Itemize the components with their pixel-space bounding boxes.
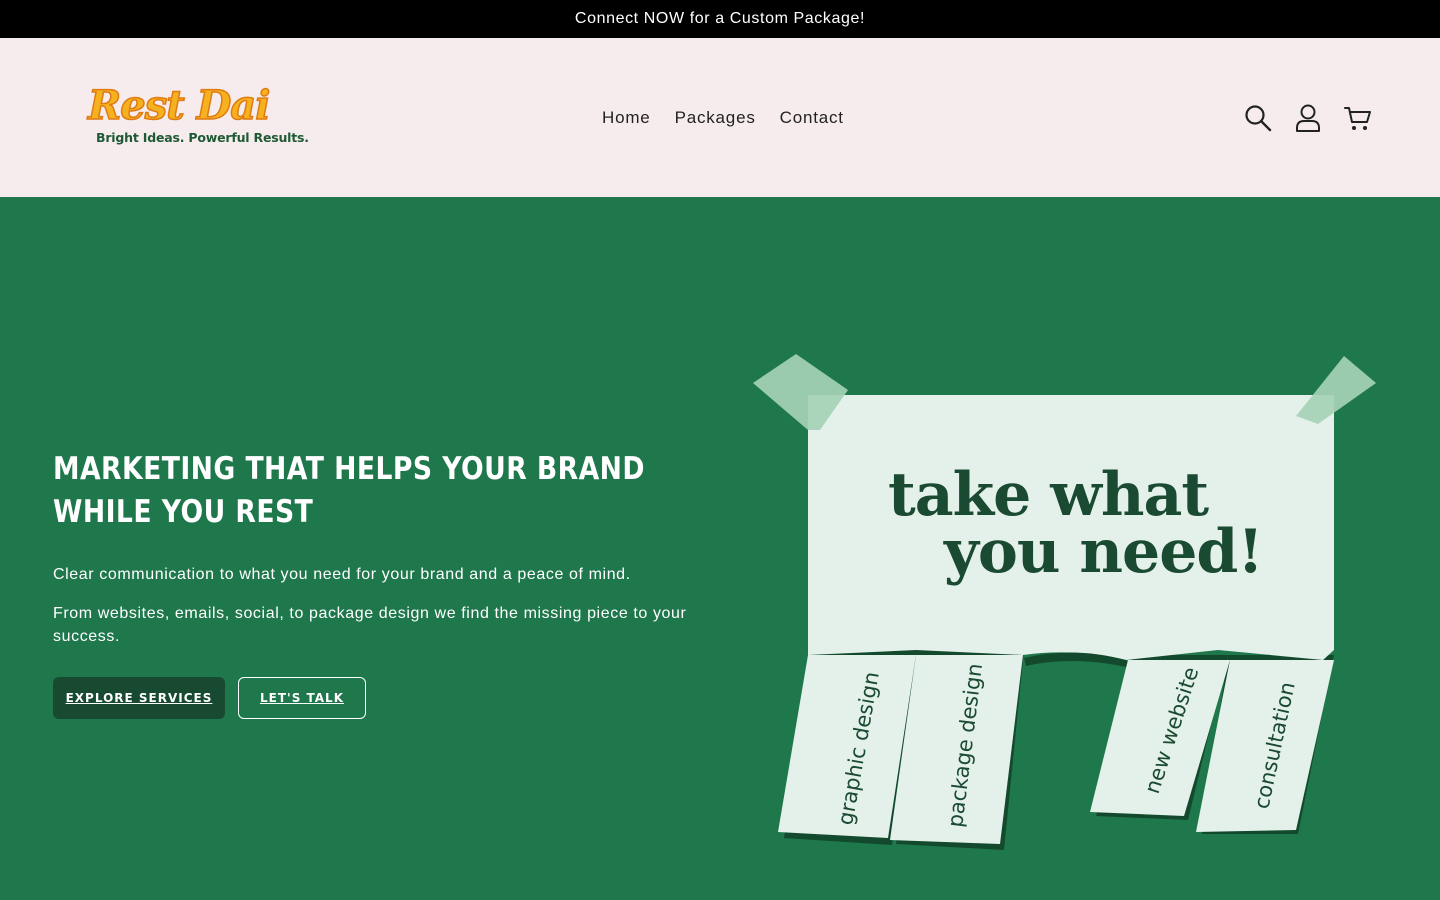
logo-tagline: Bright Ideas. Powerful Results.	[96, 130, 309, 145]
cart-button[interactable]	[1340, 100, 1376, 136]
lets-talk-button[interactable]: Let's Talk	[238, 677, 366, 719]
explore-services-button[interactable]: Explore Services	[53, 677, 225, 719]
hero-title: Marketing that helps your brand while yo…	[53, 451, 645, 530]
nav-home[interactable]: Home	[590, 104, 663, 132]
logo[interactable]: Rest Dai Bright Ideas. Powerful Results.	[87, 81, 309, 152]
cart-icon	[1344, 107, 1371, 130]
nav-contact[interactable]: Contact	[768, 104, 856, 132]
tape-right	[1296, 356, 1376, 424]
site-header: Rest Dai Bright Ideas. Powerful Results.…	[0, 38, 1440, 197]
main-nav: Home Packages Contact	[590, 104, 856, 132]
logo-wordmark: Rest Dai	[87, 81, 271, 130]
search-icon	[1245, 105, 1272, 132]
announcement-text[interactable]: Connect NOW for a Custom Package!	[575, 10, 865, 28]
hero-paragraph-2: From websites, emails, social, to packag…	[53, 605, 687, 645]
account-button[interactable]	[1290, 100, 1326, 136]
nav-packages[interactable]: Packages	[663, 104, 768, 132]
take-what-you-need-illustration: take what you need! graphic design packa…	[753, 354, 1376, 850]
search-button[interactable]	[1240, 100, 1276, 136]
header-icons	[1240, 100, 1376, 136]
account-icon	[1296, 104, 1320, 132]
hero-paragraph-1: Clear communication to what you need for…	[53, 566, 631, 583]
announcement-bar[interactable]: Connect NOW for a Custom Package!	[0, 0, 1440, 38]
note-headline-line-2: you need!	[943, 517, 1263, 587]
